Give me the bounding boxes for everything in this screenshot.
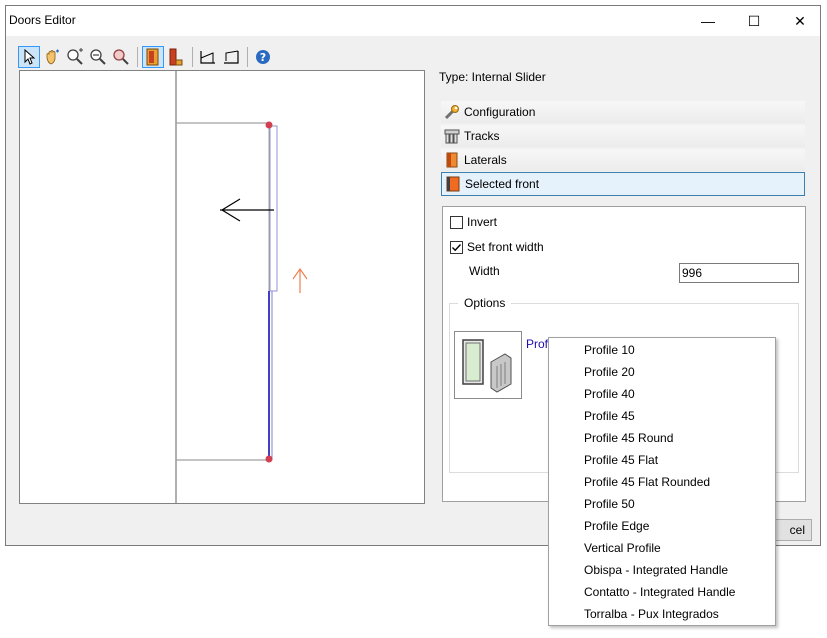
dropdown-item[interactable]: Profile 45 Flat Rounded bbox=[584, 471, 710, 493]
front-view-icon[interactable] bbox=[142, 46, 164, 68]
top-pivot-point bbox=[265, 121, 273, 129]
pan-hand-icon[interactable] bbox=[41, 46, 63, 68]
minimize-button[interactable]: — bbox=[685, 6, 731, 36]
section-tracks[interactable]: Tracks bbox=[441, 125, 805, 147]
dropdown-item[interactable]: Obispa - Integrated Handle bbox=[584, 559, 728, 581]
perspective-left-icon[interactable] bbox=[197, 46, 219, 68]
section-label: Configuration bbox=[464, 105, 536, 119]
set-front-width-label: Set front width bbox=[467, 240, 544, 254]
dropdown-item[interactable]: Profile 10 bbox=[584, 339, 635, 361]
set-front-width-checkbox[interactable] bbox=[450, 240, 463, 254]
section-label: Tracks bbox=[464, 129, 500, 143]
invert-checkbox[interactable] bbox=[450, 215, 463, 229]
dropdown-item[interactable]: Profile 40 bbox=[584, 383, 635, 405]
maximize-button[interactable]: ☐ bbox=[731, 6, 777, 36]
pointer-icon[interactable] bbox=[18, 46, 40, 68]
toolbar: ? bbox=[18, 45, 275, 69]
up-direction-arrow bbox=[292, 267, 308, 293]
side-view-icon[interactable] bbox=[165, 46, 187, 68]
width-input[interactable] bbox=[679, 263, 799, 283]
dropdown-item[interactable]: Profile 45 Round bbox=[584, 427, 673, 449]
profile-dropdown-menu: Profile 10 Profile 20 Profile 40 Profile… bbox=[548, 337, 776, 626]
zoom-fit-icon[interactable] bbox=[110, 46, 132, 68]
door-drawing bbox=[175, 71, 308, 503]
zoom-in-icon[interactable] bbox=[64, 46, 86, 68]
invert-checkbox-row[interactable]: Invert bbox=[450, 215, 497, 229]
dropdown-item[interactable]: Profile 45 Flat bbox=[584, 449, 658, 471]
perspective-right-icon[interactable] bbox=[220, 46, 242, 68]
svg-text:?: ? bbox=[260, 51, 266, 64]
door-drawing-canvas[interactable] bbox=[19, 70, 425, 504]
slide-direction-arrow bbox=[220, 198, 274, 222]
checkmark-icon bbox=[452, 243, 462, 251]
dropdown-item[interactable]: Vertical Profile bbox=[584, 537, 661, 559]
dropdown-item[interactable]: Profile 20 bbox=[584, 361, 635, 383]
dropdown-item[interactable]: Torralba - Pux Integrados bbox=[584, 603, 719, 625]
section-configuration[interactable]: Configuration bbox=[441, 101, 805, 123]
dropdown-item[interactable]: Profile 50 bbox=[584, 493, 635, 515]
section-label: Selected front bbox=[465, 177, 540, 191]
cancel-button-label: cel bbox=[789, 523, 805, 537]
selected-front-icon bbox=[445, 176, 461, 192]
help-icon[interactable]: ? bbox=[252, 46, 274, 68]
title-bar: Doors Editor — ☐ ✕ bbox=[6, 6, 820, 36]
door-front-outline bbox=[269, 125, 278, 292]
profile-link[interactable]: Profi bbox=[526, 337, 551, 351]
window-title: Doors Editor bbox=[9, 13, 76, 27]
options-label: Options bbox=[458, 296, 512, 310]
door-type-label: Type: Internal Slider bbox=[439, 70, 546, 84]
zoom-out-icon[interactable] bbox=[87, 46, 109, 68]
toolbar-separator bbox=[247, 47, 248, 67]
invert-label: Invert bbox=[467, 215, 498, 229]
dropdown-gutter bbox=[549, 338, 573, 625]
profile-thumbnail[interactable] bbox=[454, 331, 522, 399]
width-label: Width bbox=[469, 264, 500, 278]
laterals-icon bbox=[444, 152, 460, 168]
toolbar-separator bbox=[192, 47, 193, 67]
bottom-pivot-point bbox=[265, 455, 273, 463]
set-front-width-row[interactable]: Set front width bbox=[450, 240, 544, 254]
profile-image bbox=[462, 339, 512, 393]
dropdown-item[interactable]: Contatto - Integrated Handle bbox=[584, 581, 735, 603]
close-button[interactable]: ✕ bbox=[777, 6, 823, 36]
tracks-icon bbox=[444, 128, 460, 144]
dropdown-item[interactable]: Profile 45 bbox=[584, 405, 635, 427]
section-label: Laterals bbox=[464, 153, 507, 167]
section-laterals[interactable]: Laterals bbox=[441, 149, 805, 171]
toolbar-separator bbox=[137, 47, 138, 67]
dropdown-item[interactable]: Profile Edge bbox=[584, 515, 649, 537]
wrench-icon bbox=[444, 104, 460, 120]
section-selected-front[interactable]: Selected front bbox=[441, 172, 805, 196]
